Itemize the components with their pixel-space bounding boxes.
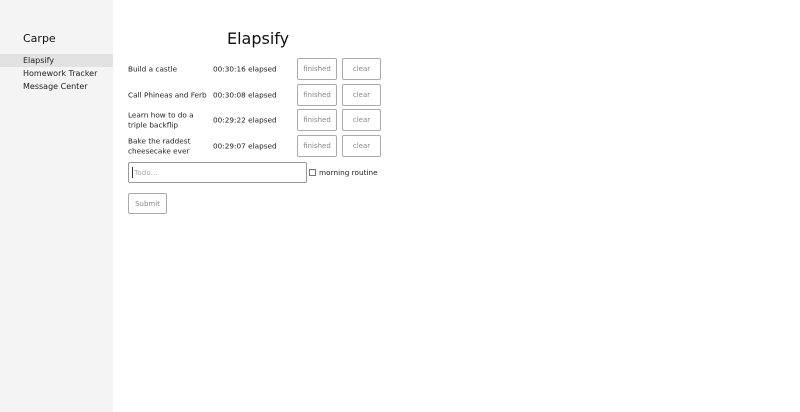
task-elapsed: 00:30:16 elapsed	[213, 64, 277, 74]
task-name: Call Phineas and Ferb	[128, 90, 207, 100]
task-name: Build a castle	[128, 64, 178, 74]
text-cursor	[132, 167, 133, 178]
task-elapsed: 00:29:22 elapsed	[213, 115, 277, 125]
task-name: Learn how to do a triple backflip	[128, 110, 194, 130]
page-title: Elapsify	[227, 29, 290, 48]
task-row: Build a castle 00:30:16 elapsed finished…	[128, 58, 388, 80]
finished-button[interactable]: finished	[297, 135, 337, 157]
clear-button[interactable]: clear	[342, 135, 381, 157]
sidebar-item-homework-tracker[interactable]: Homework Tracker	[0, 67, 113, 80]
clear-button[interactable]: clear	[342, 84, 381, 106]
task-row: Call Phineas and Ferb 00:30:08 elapsed f…	[128, 84, 388, 106]
brand-title: Carpe	[23, 32, 56, 45]
clear-button[interactable]: clear	[342, 58, 381, 80]
morning-routine-label: morning routine	[319, 168, 378, 177]
todo-input[interactable]	[128, 162, 307, 183]
main-content: Elapsify Build a castle 00:30:16 elapsed…	[113, 0, 800, 412]
clear-button[interactable]: clear	[342, 109, 381, 131]
submit-button[interactable]: Submit	[128, 193, 167, 214]
task-elapsed: 00:29:07 elapsed	[213, 141, 277, 151]
task-name: Bake the raddest cheesecake ever	[128, 136, 191, 156]
morning-routine-checkbox[interactable]	[309, 169, 316, 176]
sidebar-item-message-center[interactable]: Message Center	[0, 80, 113, 93]
task-row: Learn how to do a triple backflip 00:29:…	[128, 109, 388, 131]
sidebar-nav: Elapsify Homework Tracker Message Center	[0, 54, 113, 93]
task-row: Bake the raddest cheesecake ever 00:29:0…	[128, 135, 388, 157]
finished-button[interactable]: finished	[297, 58, 337, 80]
sidebar-item-elapsify[interactable]: Elapsify	[0, 54, 113, 67]
finished-button[interactable]: finished	[297, 84, 337, 106]
task-elapsed: 00:30:08 elapsed	[213, 90, 277, 100]
finished-button[interactable]: finished	[297, 109, 337, 131]
sidebar: Carpe Elapsify Homework Tracker Message …	[0, 0, 113, 412]
